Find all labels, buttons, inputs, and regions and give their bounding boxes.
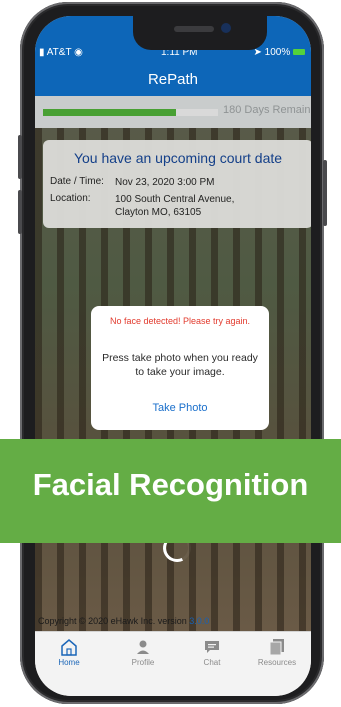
progress-fill [43, 109, 176, 116]
tab-label: Resources [257, 658, 297, 667]
modal-error-text: No face detected! Please try again. [109, 316, 251, 326]
signal-icon: ▮ [39, 47, 45, 58]
tab-label: Chat [203, 658, 221, 667]
speaker-grille [174, 26, 214, 32]
status-battery: ➤ 100% [253, 47, 305, 58]
battery-icon [293, 49, 305, 56]
tab-home[interactable]: Home [39, 636, 99, 667]
home-icon [39, 636, 99, 658]
volume-up-button [18, 135, 22, 179]
tab-label: Home [58, 658, 80, 667]
location-label: Location: [50, 193, 91, 204]
power-button [323, 160, 327, 226]
court-card-title: You have an upcoming court date [73, 150, 283, 166]
tab-chat[interactable]: Chat [182, 636, 242, 667]
wifi-icon: ◉ [74, 47, 83, 58]
bottom-tab-bar: Home Profile Chat Resources [35, 631, 311, 696]
copyright-text: Copyright © 2020 eHawk Inc. version 3.0.… [38, 616, 210, 626]
volume-down-button [18, 190, 22, 234]
progress-label: 180 Days Remaining [223, 104, 311, 116]
days-progress: 180 Days Remaining [35, 96, 311, 128]
resources-icon [247, 636, 307, 658]
tab-resources[interactable]: Resources [247, 636, 307, 667]
phone-notch [133, 16, 267, 50]
chat-icon [182, 636, 242, 658]
court-date-card[interactable]: You have an upcoming court date Date / T… [43, 140, 311, 228]
page-title: RePath [147, 71, 199, 88]
version-link[interactable]: 3.0.0 [189, 616, 209, 626]
banner-title: Facial Recognition [32, 467, 309, 502]
date-label: Date / Time: [50, 176, 104, 187]
location-value: 100 South Central Avenue, Clayton MO, 63… [115, 194, 235, 218]
tab-label: Profile [131, 658, 155, 667]
profile-icon [113, 636, 173, 658]
tab-profile[interactable]: Profile [113, 636, 173, 667]
date-value: Nov 23, 2020 3:00 PM [115, 177, 215, 188]
modal-message: Press take photo when you ready to take … [102, 352, 258, 378]
feature-banner: Facial Recognition [0, 439, 341, 543]
progress-track [43, 109, 218, 116]
app-screen: ▮ AT&T ◉ 1:11 PM ➤ 100% RePath 180 Days … [35, 16, 311, 696]
front-camera [221, 23, 231, 33]
face-detection-modal: No face detected! Please try again. Pres… [91, 306, 269, 430]
carrier-label: ▮ AT&T ◉ [39, 47, 83, 58]
take-photo-button[interactable]: Take Photo [91, 402, 269, 414]
